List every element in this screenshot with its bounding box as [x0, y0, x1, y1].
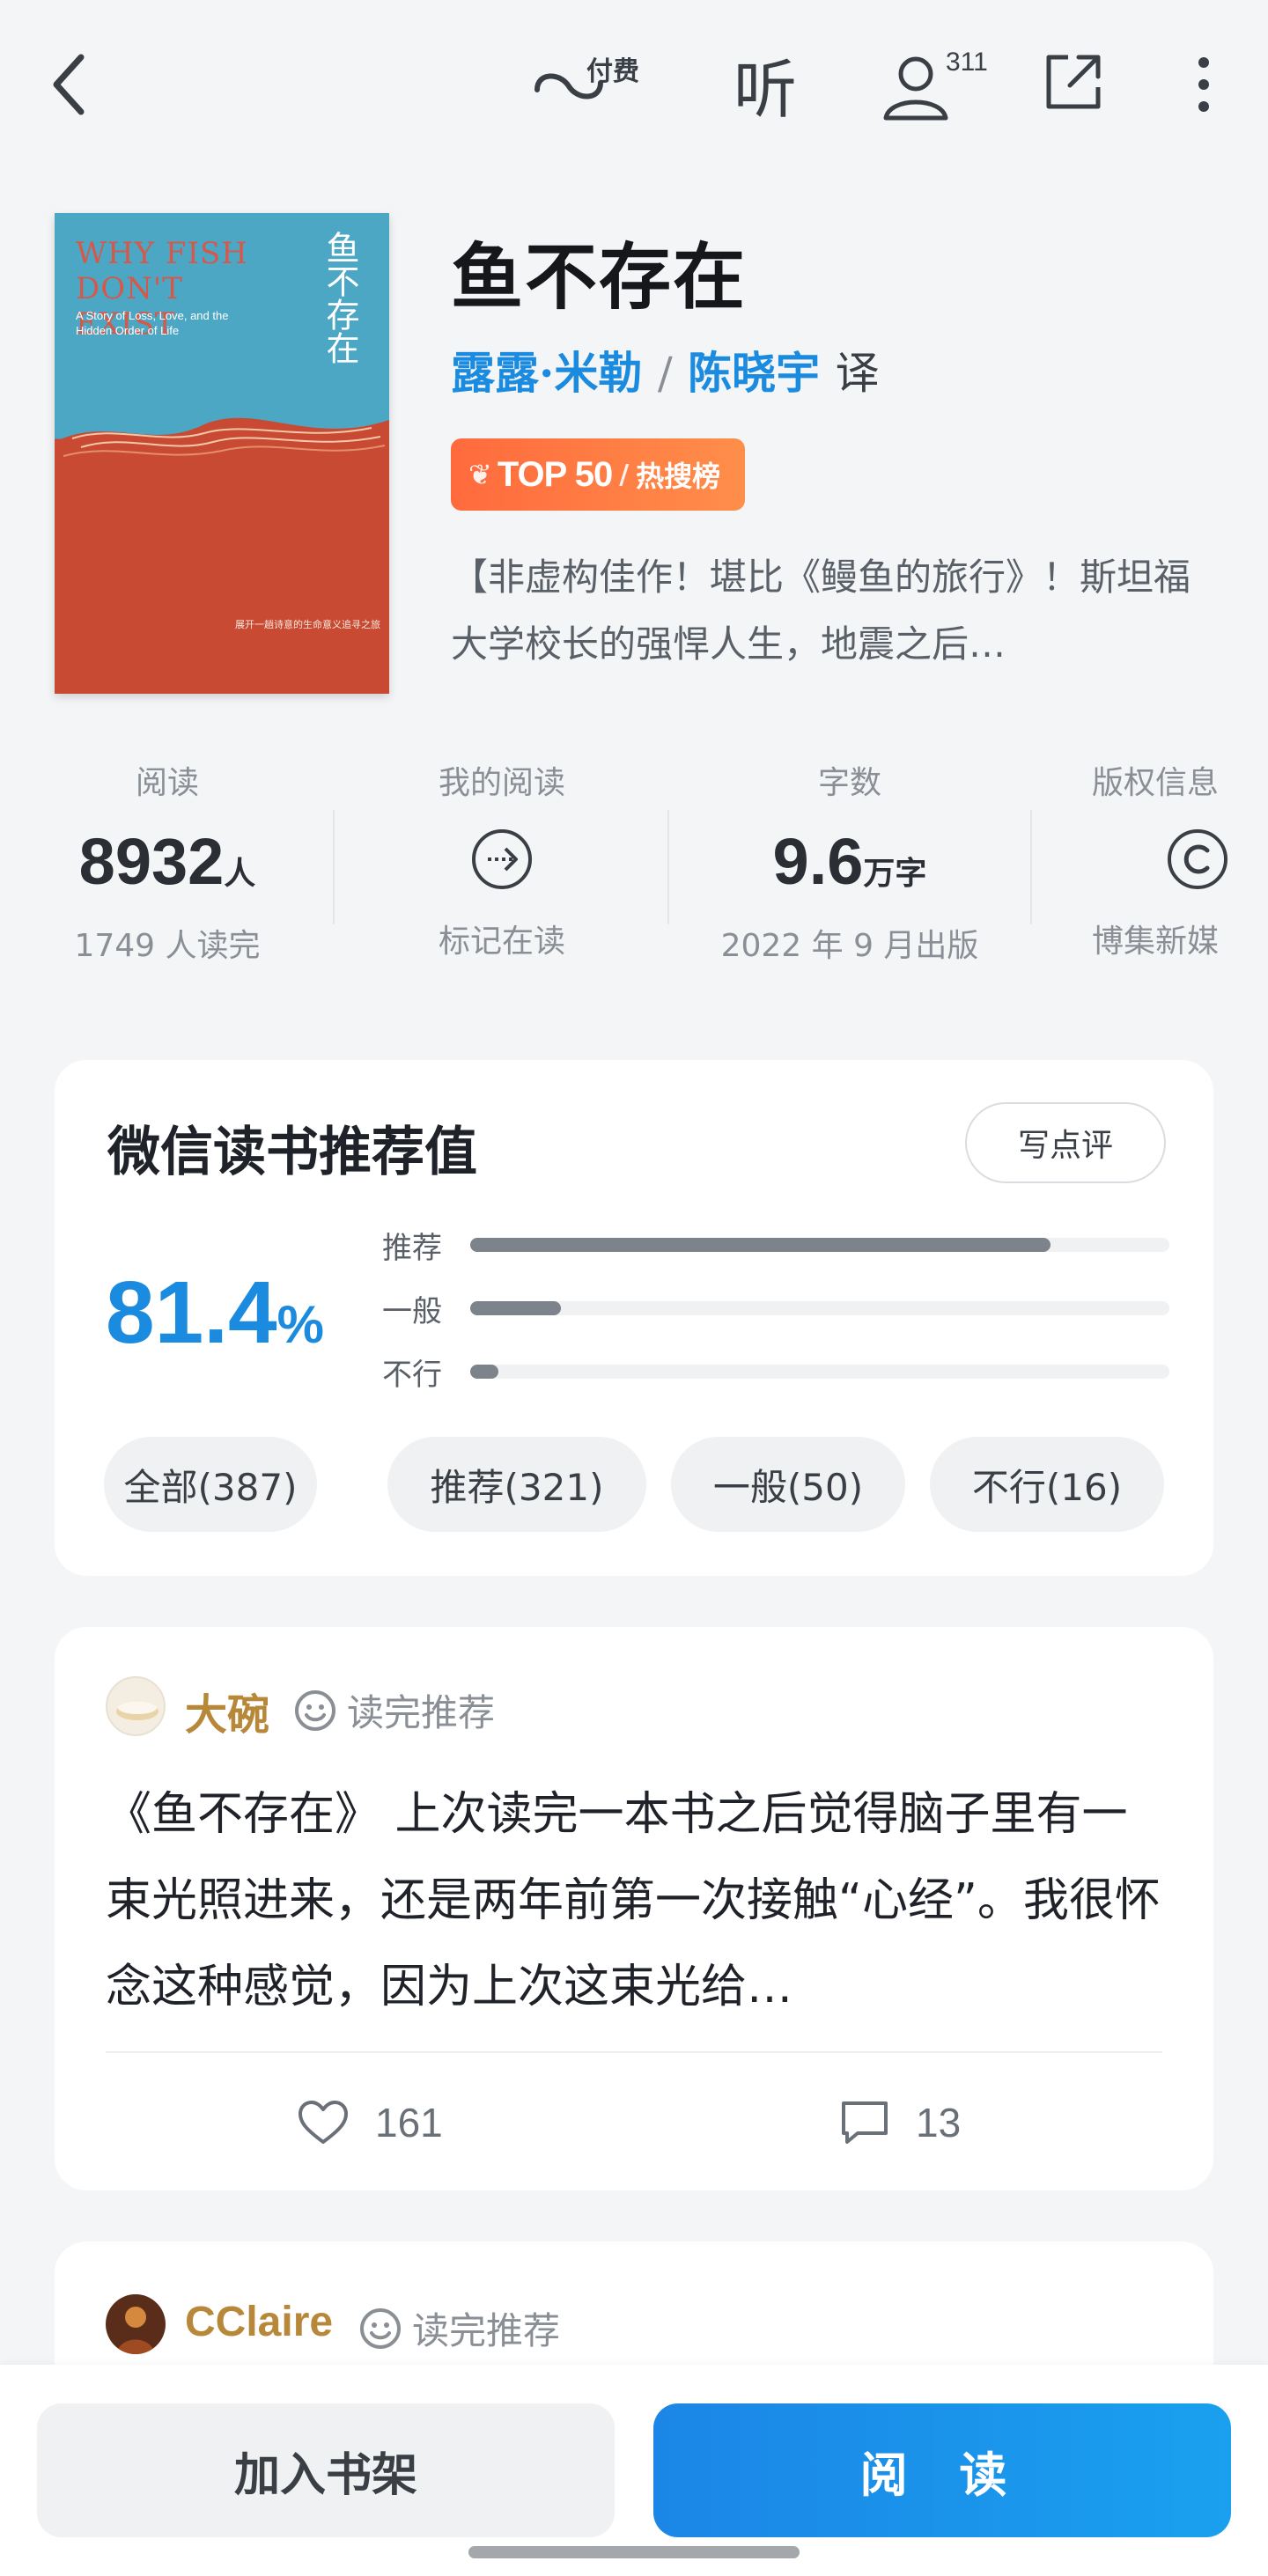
stat-divider: [333, 810, 335, 924]
author-separator: /: [657, 348, 673, 399]
author-link[interactable]: 露露·米勒: [451, 347, 642, 399]
stat-my-reading[interactable]: 我的阅读 标记在读: [387, 757, 616, 961]
top-bar: 付费 听 311: [0, 0, 1268, 167]
stat-readers[interactable]: 阅读 8932人 1749 人读完: [53, 757, 282, 966]
rating-bar-recommend: 推荐: [382, 1227, 1169, 1266]
translator-link[interactable]: 陈晓宇: [688, 347, 820, 399]
listen-button[interactable]: 听: [726, 44, 805, 127]
avatar[interactable]: [106, 1676, 166, 1736]
rating-bar-bad: 不行: [382, 1354, 1169, 1393]
book-title: 鱼不存在: [451, 235, 748, 320]
bar-fill: [470, 1238, 1051, 1252]
avatar[interactable]: [106, 2294, 166, 2354]
stat-sub: 2022 年 9 月出版: [720, 928, 979, 964]
recommend-percent: 81.4%: [106, 1263, 324, 1362]
home-indicator[interactable]: [468, 2546, 800, 2558]
review-card[interactable]: 大碗 读完推荐 《鱼不存在》 上次读完一本书之后觉得脑子里有一束光照进来，还是两…: [55, 1627, 1213, 2190]
stat-copyright[interactable]: 版权信息 博集新媒: [1092, 757, 1268, 961]
copyright-icon: [1168, 829, 1227, 889]
heart-icon: [299, 2101, 348, 2144]
bar-label: 不行: [382, 1357, 442, 1393]
more-vertical-icon: [1198, 57, 1209, 112]
listen-label: 听: [733, 52, 797, 127]
comment-button[interactable]: 13: [840, 2099, 961, 2146]
stat-label: 字数: [817, 765, 881, 801]
bar-fill: [470, 1365, 498, 1379]
book-authors: 露露·米勒 / 陈晓宇 译: [451, 338, 880, 401]
filter-all[interactable]: 全部(387): [104, 1437, 317, 1532]
bar-track: [470, 1365, 1169, 1379]
paid-listen-button[interactable]: 付费: [532, 49, 655, 120]
stats-row: 阅读 8932人 1749 人读完 我的阅读 标记在读 字数 9.6万字 202…: [0, 757, 1268, 1004]
rank-badge[interactable]: ❦ TOP 50 / 热搜榜: [451, 438, 745, 511]
stat-value: 8932人: [78, 825, 256, 898]
stat-label: 版权信息: [1092, 765, 1220, 801]
cover-subtitle-en: A Story of Loss, Love, and the Hidden Or…: [76, 309, 229, 337]
cover-title-zh: 鱼不存在: [321, 231, 359, 364]
write-review-button[interactable]: 写点评: [965, 1102, 1166, 1183]
bowl-avatar-icon: [116, 1702, 158, 1720]
rank-list-label: 热搜榜: [636, 460, 721, 493]
review-tag: 读完推荐: [294, 1683, 495, 1737]
stat-sub: 标记在读: [438, 924, 565, 960]
followers-count: 311: [946, 48, 988, 77]
rating-bar-average: 一般: [382, 1291, 1169, 1329]
rank-top-label: TOP 50: [497, 454, 613, 494]
recommend-card: 微信读书推荐值 写点评 81.4% 推荐 一般 不行 全部(387) 推荐(32…: [55, 1060, 1213, 1576]
like-count: 161: [375, 2100, 443, 2145]
arrow-circle-right-icon: [472, 829, 532, 889]
stat-divider: [1030, 810, 1032, 924]
read-button[interactable]: 阅 读: [653, 2403, 1231, 2537]
book-cover[interactable]: WHY FISH DON'T EXIST A Story of Loss, Lo…: [55, 213, 389, 694]
stat-word-count[interactable]: 字数 9.6万字 2022 年 9 月出版: [704, 757, 995, 966]
review-username[interactable]: 大碗: [185, 1680, 269, 1741]
comment-count: 13: [916, 2100, 962, 2145]
bottom-action-bar: 加入书架 阅 读: [0, 2365, 1268, 2576]
cover-blurb: 展开一趟诗意的生命意义追寻之旅: [235, 620, 380, 630]
translator-suffix: 译: [835, 348, 880, 399]
stat-sub: 博集新媒: [1092, 924, 1220, 960]
laurel-icon: ❦: [468, 458, 492, 491]
stat-value: 9.6万字: [772, 825, 927, 898]
person-avatar-icon: [116, 2307, 155, 2354]
stat-label: 我的阅读: [438, 765, 565, 801]
bar-track: [470, 1301, 1169, 1315]
bar-label: 推荐: [382, 1230, 442, 1266]
more-button[interactable]: [1182, 49, 1226, 120]
share-icon: [1046, 55, 1101, 109]
bar-label: 一般: [382, 1293, 442, 1329]
review-username[interactable]: CClaire: [185, 2298, 333, 2346]
recommend-title: 微信读书推荐值: [107, 1122, 477, 1183]
bar-fill: [470, 1301, 562, 1315]
paid-label: 付费: [586, 57, 639, 86]
cover-wave-illustration: [55, 417, 389, 512]
review-tag: 读完推荐: [359, 2301, 560, 2355]
smile-icon: [295, 1689, 335, 1731]
filter-recommend[interactable]: 推荐(321): [387, 1437, 646, 1532]
back-button[interactable]: [42, 49, 95, 120]
user-icon: [883, 56, 948, 121]
comment-icon: [842, 2101, 888, 2144]
filter-average[interactable]: 一般(50): [671, 1437, 905, 1532]
stat-divider: [667, 810, 669, 924]
add-to-shelf-button[interactable]: 加入书架: [37, 2403, 615, 2537]
filter-bad[interactable]: 不行(16): [930, 1437, 1164, 1532]
book-intro[interactable]: 【非虚构佳作！堪比《鳗鱼的旅行》！斯坦福大学校长的强悍人生，地震之后…: [451, 544, 1208, 678]
smile-icon: [360, 2307, 401, 2349]
share-button[interactable]: [1039, 49, 1106, 116]
chevron-left-icon: [53, 54, 85, 115]
review-divider: [106, 2051, 1162, 2053]
like-button[interactable]: 161: [298, 2099, 443, 2146]
stat-label: 阅读: [135, 765, 199, 801]
bar-track: [470, 1238, 1169, 1252]
followers-button[interactable]: 311: [881, 46, 995, 125]
stat-sub: 1749 人读完: [74, 928, 261, 964]
review-text[interactable]: 《鱼不存在》 上次读完一本书之后觉得脑子里有一束光照进来，还是两年前第一次接触“…: [106, 1771, 1162, 2030]
rank-slash: /: [619, 459, 630, 490]
